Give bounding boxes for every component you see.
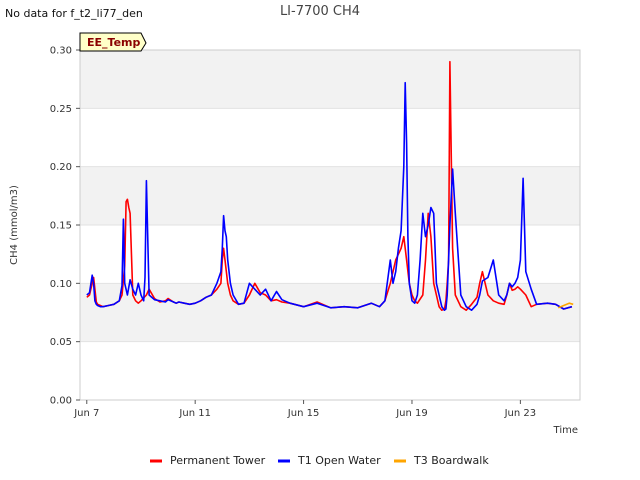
background-band [80,166,580,225]
legend-label-t1-open-water: T1 Open Water [297,454,381,467]
x-axis-label: Time [553,425,578,436]
y-tick-label: 0.25 [50,104,72,115]
y-tick-label: 0.15 [50,221,72,232]
legend-label-t3-boardwalk: T3 Boardwalk [413,454,489,467]
background-band [80,50,580,109]
x-tick-label: Jun 15 [287,408,320,419]
x-tick-label: Jun 11 [178,408,211,419]
x-tick-label: Jun 7 [73,408,99,419]
y-tick-label: 0.05 [50,337,72,348]
badge-label: EE_Temp [87,36,140,49]
y-axis-ticks: 0.00 0.05 0.10 0.15 0.20 0.25 0.30 [50,46,80,407]
background-band [80,283,580,342]
x-axis-ticks: Jun 7 Jun 11 Jun 15 Jun 19 Jun 23 [73,400,536,419]
y-tick-label: 0.30 [50,46,72,57]
x-tick-label: Jun 19 [395,408,428,419]
ch4-line-chart: 0.00 0.05 0.10 0.15 0.20 0.25 0.30 Jun 7 Jun 11… [9,32,581,467]
legend: Permanent Tower T1 Open Water T3 Boardwalk [150,454,489,467]
y-tick-label: 0.10 [50,279,72,290]
x-tick-label: Jun 23 [504,408,537,419]
y-tick-label: 0.20 [50,162,72,173]
legend-label-permanent-tower: Permanent Tower [170,454,266,467]
y-axis-label: CH4 (mmol/m3) [9,185,20,265]
ee-temp-badge: EE_Temp [79,32,147,52]
y-tick-label: 0.00 [50,396,72,407]
